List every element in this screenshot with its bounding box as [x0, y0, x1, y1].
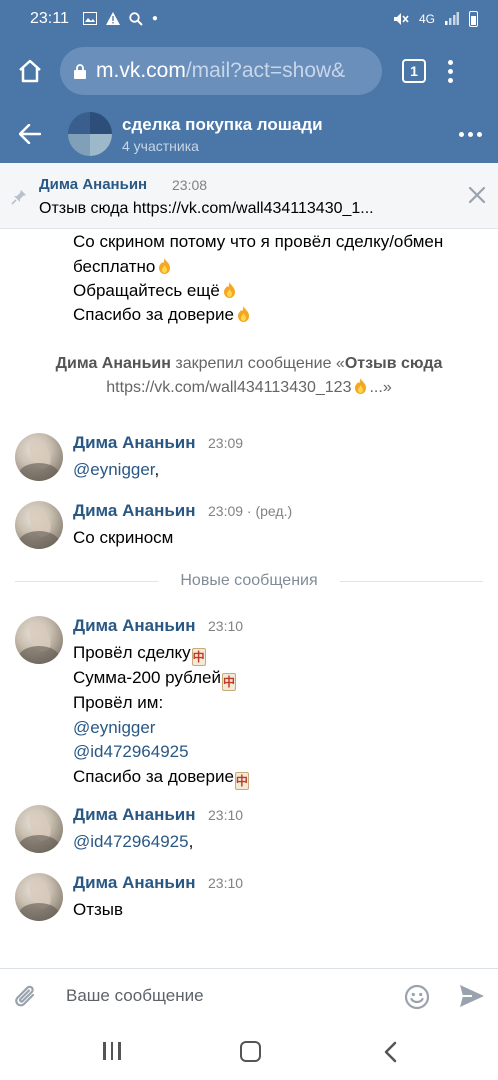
- warning-icon: [105, 12, 120, 25]
- message-author[interactable]: Дима Ананьин: [73, 501, 196, 521]
- message-time: 23:09: [208, 435, 244, 451]
- recent-apps-button[interactable]: [103, 1042, 121, 1060]
- url-path: /mail?act=show&: [185, 59, 346, 82]
- message-author[interactable]: Дима Ананьин: [73, 873, 196, 893]
- chat-header: сделка покупка лошади 4 участника: [0, 105, 498, 163]
- pinned-author[interactable]: Дима Ананьин: [39, 176, 147, 193]
- url-field[interactable]: m.vk.com/mail?act=show&: [60, 47, 382, 95]
- mahjong-emoji-icon: 中: [191, 648, 206, 666]
- system-nav-bar: [0, 1024, 498, 1080]
- service-quote-link[interactable]: https://vk.com/wall434113430_123: [106, 379, 351, 396]
- close-icon[interactable]: [468, 186, 486, 204]
- pinned-message[interactable]: Дима Ананьин 23:08 Отзыв сюда https://vk…: [0, 163, 498, 229]
- battery-icon: [469, 10, 478, 27]
- avatar[interactable]: [15, 616, 63, 664]
- message-author[interactable]: Дима Ананьин: [73, 805, 196, 825]
- message-line: бесплатно: [73, 255, 173, 279]
- message-body: @eynigger,: [73, 460, 160, 479]
- fire-emoji-icon: [159, 258, 171, 274]
- browser-menu-button[interactable]: [448, 59, 453, 83]
- pinned-time: 23:08: [172, 177, 208, 193]
- message-body: Со скриносм: [73, 528, 174, 547]
- service-actor[interactable]: Дима Ананьин: [56, 355, 171, 372]
- back-nav-icon[interactable]: [382, 1040, 398, 1064]
- message-time: 23:09 · (ред.): [208, 503, 293, 519]
- service-quote[interactable]: Отзыв сюда: [345, 355, 443, 372]
- lock-icon: [74, 63, 86, 79]
- chat-member-count: 4 участника: [122, 137, 199, 154]
- message-time: 23:10: [208, 807, 244, 823]
- notification-icons: ●: [82, 11, 158, 26]
- status-bar: 23:11 ● 4G: [0, 0, 498, 37]
- mention-link[interactable]: @id472964925: [73, 742, 189, 761]
- system-icons: 4G: [393, 10, 478, 27]
- chat-avatar[interactable]: [68, 112, 112, 156]
- chat-titles[interactable]: сделка покупка лошади 4 участника: [122, 115, 323, 154]
- avatar[interactable]: [15, 873, 63, 921]
- mahjong-emoji-icon: 中: [234, 771, 249, 790]
- pin-icon: [11, 190, 26, 205]
- back-button[interactable]: [0, 105, 60, 163]
- home-icon: [19, 59, 41, 83]
- send-icon[interactable]: [459, 984, 485, 1008]
- mute-icon: [393, 12, 409, 25]
- paperclip-icon[interactable]: [14, 983, 40, 1011]
- emoji-icon[interactable]: [404, 984, 430, 1010]
- avatar[interactable]: [15, 501, 63, 549]
- dot-icon: ●: [151, 13, 158, 24]
- home-button[interactable]: [12, 53, 48, 89]
- chat-menu-button[interactable]: [459, 131, 482, 137]
- fire-emoji-icon: [223, 282, 235, 298]
- signal-icon: [445, 12, 459, 25]
- browser-toolbar: m.vk.com/mail?act=show& 1: [0, 37, 498, 105]
- service-message: Дима Ананьин закрепил сообщение «Отзыв с…: [55, 355, 443, 396]
- pinned-text: Отзыв сюда https://vk.com/wall434113430_…: [39, 200, 374, 217]
- mahjong-emoji-icon: 中: [221, 673, 236, 691]
- message-body: Отзыв: [73, 900, 124, 919]
- chat-title: сделка покупка лошади: [122, 114, 323, 134]
- home-nav-button[interactable]: [240, 1041, 261, 1062]
- fire-emoji-icon: [237, 306, 249, 322]
- separator-label: Новые сообщения: [180, 572, 318, 589]
- message-time: 23:10: [208, 875, 244, 891]
- avatar[interactable]: [15, 433, 63, 481]
- fire-emoji-icon: [355, 378, 367, 394]
- mention-link[interactable]: @eynigger: [73, 460, 155, 479]
- mention-link[interactable]: @eynigger: [73, 718, 155, 737]
- message-time: 23:10: [208, 618, 244, 634]
- network-type: 4G: [418, 11, 435, 26]
- message-line: Со скрином потому что я провёл сделку/об…: [73, 232, 444, 251]
- message-body: Провёл сделку 中 Сумма-200 рублей 中 Провёл …: [73, 643, 249, 790]
- tab-switcher-button[interactable]: 1: [402, 59, 426, 83]
- gallery-icon: [82, 12, 97, 25]
- url-host: m.vk.com: [96, 59, 186, 82]
- search-icon: [129, 11, 143, 26]
- message-body: @id472964925,: [73, 832, 194, 851]
- message-line: Обращайтесь ещё: [73, 279, 238, 303]
- avatar[interactable]: [15, 805, 63, 853]
- arrow-left-icon: [19, 124, 41, 144]
- message-author[interactable]: Дима Ананьин: [73, 433, 196, 453]
- message-composer: Ваше сообщение: [0, 968, 498, 1024]
- message-author[interactable]: Дима Ананьин: [73, 616, 196, 636]
- message-line: Спасибо за доверие: [73, 303, 252, 327]
- new-messages-separator: Новые сообщения: [15, 570, 484, 592]
- status-time: 23:11: [30, 9, 69, 27]
- mention-link[interactable]: @id472964925: [73, 832, 189, 851]
- message-input[interactable]: Ваше сообщение: [66, 986, 204, 1006]
